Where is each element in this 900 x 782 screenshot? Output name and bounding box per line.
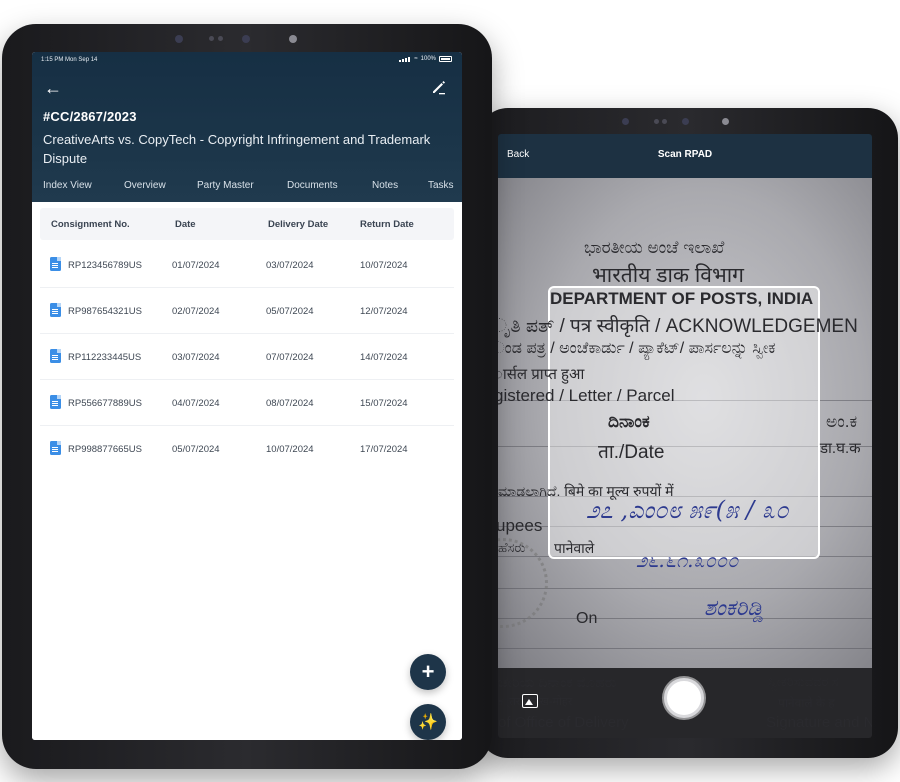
case-tab-bar: Index View Overview Party Master Documen… — [32, 180, 462, 202]
doc-line: पानेवाले — [554, 540, 595, 556]
status-time: 1:15 PM Mon Sep 14 — [41, 57, 98, 63]
signal-icon — [399, 56, 411, 62]
table-row[interactable]: RP998877665US 05/07/2024 10/07/2024 17/0… — [40, 426, 454, 472]
doc-line: भारतीय डाक विभाग — [592, 264, 744, 287]
ai-sparkle-button[interactable]: ✨ — [410, 704, 446, 740]
doc-bottom-line: पानेवाले के ह — [778, 696, 835, 710]
table-row[interactable]: RP556677889US 04/07/2024 08/07/2024 15/0… — [40, 380, 454, 426]
camera-dot — [682, 118, 689, 125]
case-tablet: 1:15 PM Mon Sep 14 ≈ 100% ← #CC/2867/202… — [2, 24, 492, 769]
doc-line: ೃತಿ ಪತ್ / पत्र स्वीकृति / ACKNOWLEDGEMEN — [498, 316, 858, 337]
doc-line: डा.घ.क — [820, 440, 861, 457]
battery-percent: 100% — [420, 56, 436, 62]
table-row[interactable]: RP112233445US 03/07/2024 07/07/2024 14/0… — [40, 334, 454, 380]
date-cell: 05/07/2024 — [172, 444, 220, 455]
delivery-date-cell: 05/07/2024 — [266, 306, 314, 317]
sensor-dot — [218, 36, 223, 41]
document-icon — [50, 441, 61, 455]
consignment-number: RP556677889US — [68, 398, 142, 409]
consignment-number: RP112233445US — [68, 352, 142, 363]
gallery-icon[interactable] — [522, 694, 538, 708]
column-header-return-date: Return Date — [360, 219, 414, 230]
table-header: Consignment No. Date Delivery Date Retur… — [40, 208, 454, 240]
doc-line: upees — [498, 516, 543, 535]
battery-icon — [439, 56, 452, 62]
doc-line: ಂಡ ಪತ್ರ / ಅಂಚೆಕಾರ್ಡು / ಪ್ಯಾಕೆಟ್/ ಪಾರ್ಸಲನ… — [498, 340, 776, 357]
consignment-number: RP998877665US — [68, 444, 142, 455]
front-camera — [722, 118, 729, 125]
scanner-screen: Back Scan RPAD ಭಾರತೀಯ ಅಂಚೆ ಇಲಾಖೆ भारतीय … — [498, 134, 872, 738]
camera-dot — [622, 118, 629, 125]
case-id: #CC/2867/2023 — [43, 109, 137, 124]
return-date-cell: 15/07/2024 — [360, 398, 408, 409]
doc-bottom-line: of Office of Delivery — [498, 714, 629, 731]
doc-line: ता./Date — [598, 442, 665, 463]
camera-dot — [175, 35, 183, 43]
tab-index-view[interactable]: Index View — [43, 180, 92, 191]
column-header-delivery-date: Delivery Date — [268, 219, 329, 230]
case-title: CreativeArts vs. CopyTech - Copyright In… — [43, 132, 431, 166]
camera-viewfinder[interactable]: ಭಾರತೀಯ ಅಂಚೆ ಇಲಾಖೆ भारतीय डाक विभाग DEPAR… — [498, 178, 872, 668]
tab-tasks[interactable]: Tasks — [428, 180, 454, 191]
date-cell: 02/07/2024 — [172, 306, 220, 317]
doc-bottom-line: ಚೇರಿಯ ದಿನಾಂಕ ಮೊಹರು — [498, 674, 617, 690]
scanner-tablet: Back Scan RPAD ಭಾರತೀಯ ಅಂಚೆ ಇಲಾಖೆ भारतीय … — [478, 108, 898, 758]
back-arrow-icon[interactable]: ← — [44, 79, 62, 97]
tab-overview[interactable]: Overview — [124, 180, 166, 191]
document-icon — [50, 395, 61, 409]
edit-icon[interactable] — [430, 78, 448, 96]
doc-line: On — [576, 610, 598, 627]
date-cell: 01/07/2024 — [172, 260, 220, 271]
handwritten-signature: ಶಂಕರಿಡ್ಡಿ — [704, 596, 764, 621]
case-header: 1:15 PM Mon Sep 14 ≈ 100% ← #CC/2867/202… — [32, 52, 462, 202]
document-icon — [50, 303, 61, 317]
doc-line: DEPARTMENT OF POSTS, INDIA — [550, 289, 814, 308]
doc-line: ಹೆಸರು — [498, 540, 526, 555]
sensor-dot — [209, 36, 214, 41]
delivery-date-cell: 03/07/2024 — [266, 260, 314, 271]
consignment-number: RP123456789US — [68, 260, 142, 271]
date-cell: 04/07/2024 — [172, 398, 220, 409]
handwritten-amount: ೨೭ ,ಎಂ೦೮ ೫೯(೫ / ೩೦ — [586, 496, 789, 524]
doc-line: ದಿನಾಂಕ — [608, 412, 650, 431]
document-icon — [50, 257, 61, 271]
tab-documents[interactable]: Documents — [287, 180, 338, 191]
handwritten-date: ೨೬.೬೧.೩೦೦೦ — [636, 548, 739, 572]
doc-line: ಭಾರತೀಯ ಅಂಚೆ ಇಲಾಖೆ — [584, 238, 725, 257]
camera-dot — [242, 35, 250, 43]
table-row[interactable]: RP123456789US 01/07/2024 03/07/2024 10/0… — [40, 242, 454, 288]
status-indicators: ≈ 100% — [399, 56, 452, 62]
doc-line: ार्सल प्राप्त हुआ — [498, 366, 585, 383]
delivery-date-cell: 07/07/2024 — [266, 352, 314, 363]
wifi-icon: ≈ — [414, 56, 418, 62]
return-date-cell: 12/07/2024 — [360, 306, 408, 317]
document-icon — [50, 349, 61, 363]
case-screen: 1:15 PM Mon Sep 14 ≈ 100% ← #CC/2867/202… — [32, 52, 462, 740]
delivery-date-cell: 10/07/2024 — [266, 444, 314, 455]
front-camera — [289, 35, 297, 43]
return-date-cell: 14/07/2024 — [360, 352, 408, 363]
sensor-dot — [662, 119, 667, 124]
table-row[interactable]: RP987654321US 02/07/2024 05/07/2024 12/0… — [40, 288, 454, 334]
date-cell: 03/07/2024 — [172, 352, 220, 363]
doc-line: ಅಂ.ಕ — [826, 412, 858, 431]
doc-bottom-line: ಸ್ವೀಕರಿಸುವವರ ಸ — [768, 674, 839, 689]
shutter-button[interactable] — [664, 678, 704, 718]
consignment-number: RP987654321US — [68, 306, 142, 317]
tab-notes[interactable]: Notes — [372, 180, 398, 191]
consignment-list: Consignment No. Date Delivery Date Retur… — [32, 202, 462, 740]
column-header-consignment: Consignment No. — [51, 219, 130, 230]
doc-bottom-line: Signature and N — [766, 714, 872, 731]
tab-party-master[interactable]: Party Master — [197, 180, 254, 191]
scanner-nav-bar: Back Scan RPAD — [498, 134, 872, 178]
return-date-cell: 10/07/2024 — [360, 260, 408, 271]
scanner-title: Scan RPAD — [657, 149, 713, 160]
delivery-date-cell: 08/07/2024 — [266, 398, 314, 409]
sensor-dot — [654, 119, 659, 124]
add-button[interactable]: + — [410, 654, 446, 690]
return-date-cell: 17/07/2024 — [360, 444, 408, 455]
column-header-date: Date — [175, 219, 196, 230]
doc-line: gistered / Letter / Parcel — [498, 386, 675, 405]
